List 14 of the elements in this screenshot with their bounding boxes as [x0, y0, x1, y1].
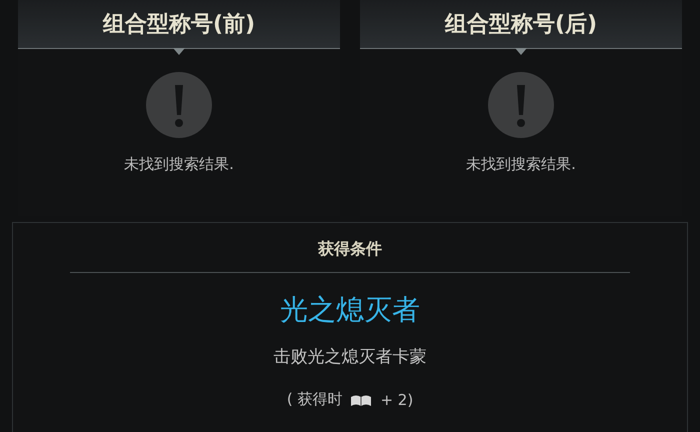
- warning-icon: [145, 71, 213, 139]
- panel-title: 组合型称号(后): [444, 11, 598, 39]
- reward-label: ( 获得时: [286, 390, 342, 409]
- panel-title: 组合型称号(前): [102, 11, 256, 39]
- empty-message: 未找到搜索结果.: [466, 155, 576, 174]
- notch-icon: [173, 48, 185, 55]
- title-name: 光之熄灭者: [280, 292, 420, 328]
- notch-icon: [515, 48, 527, 55]
- condition-description: 击败光之熄灭者卡蒙: [274, 346, 426, 368]
- condition-heading: 获得条件: [318, 239, 382, 260]
- reward-amount: + 2): [380, 390, 414, 408]
- book-icon: [350, 392, 372, 406]
- empty-message: 未找到搜索结果.: [124, 155, 234, 174]
- warning-icon: [487, 71, 555, 139]
